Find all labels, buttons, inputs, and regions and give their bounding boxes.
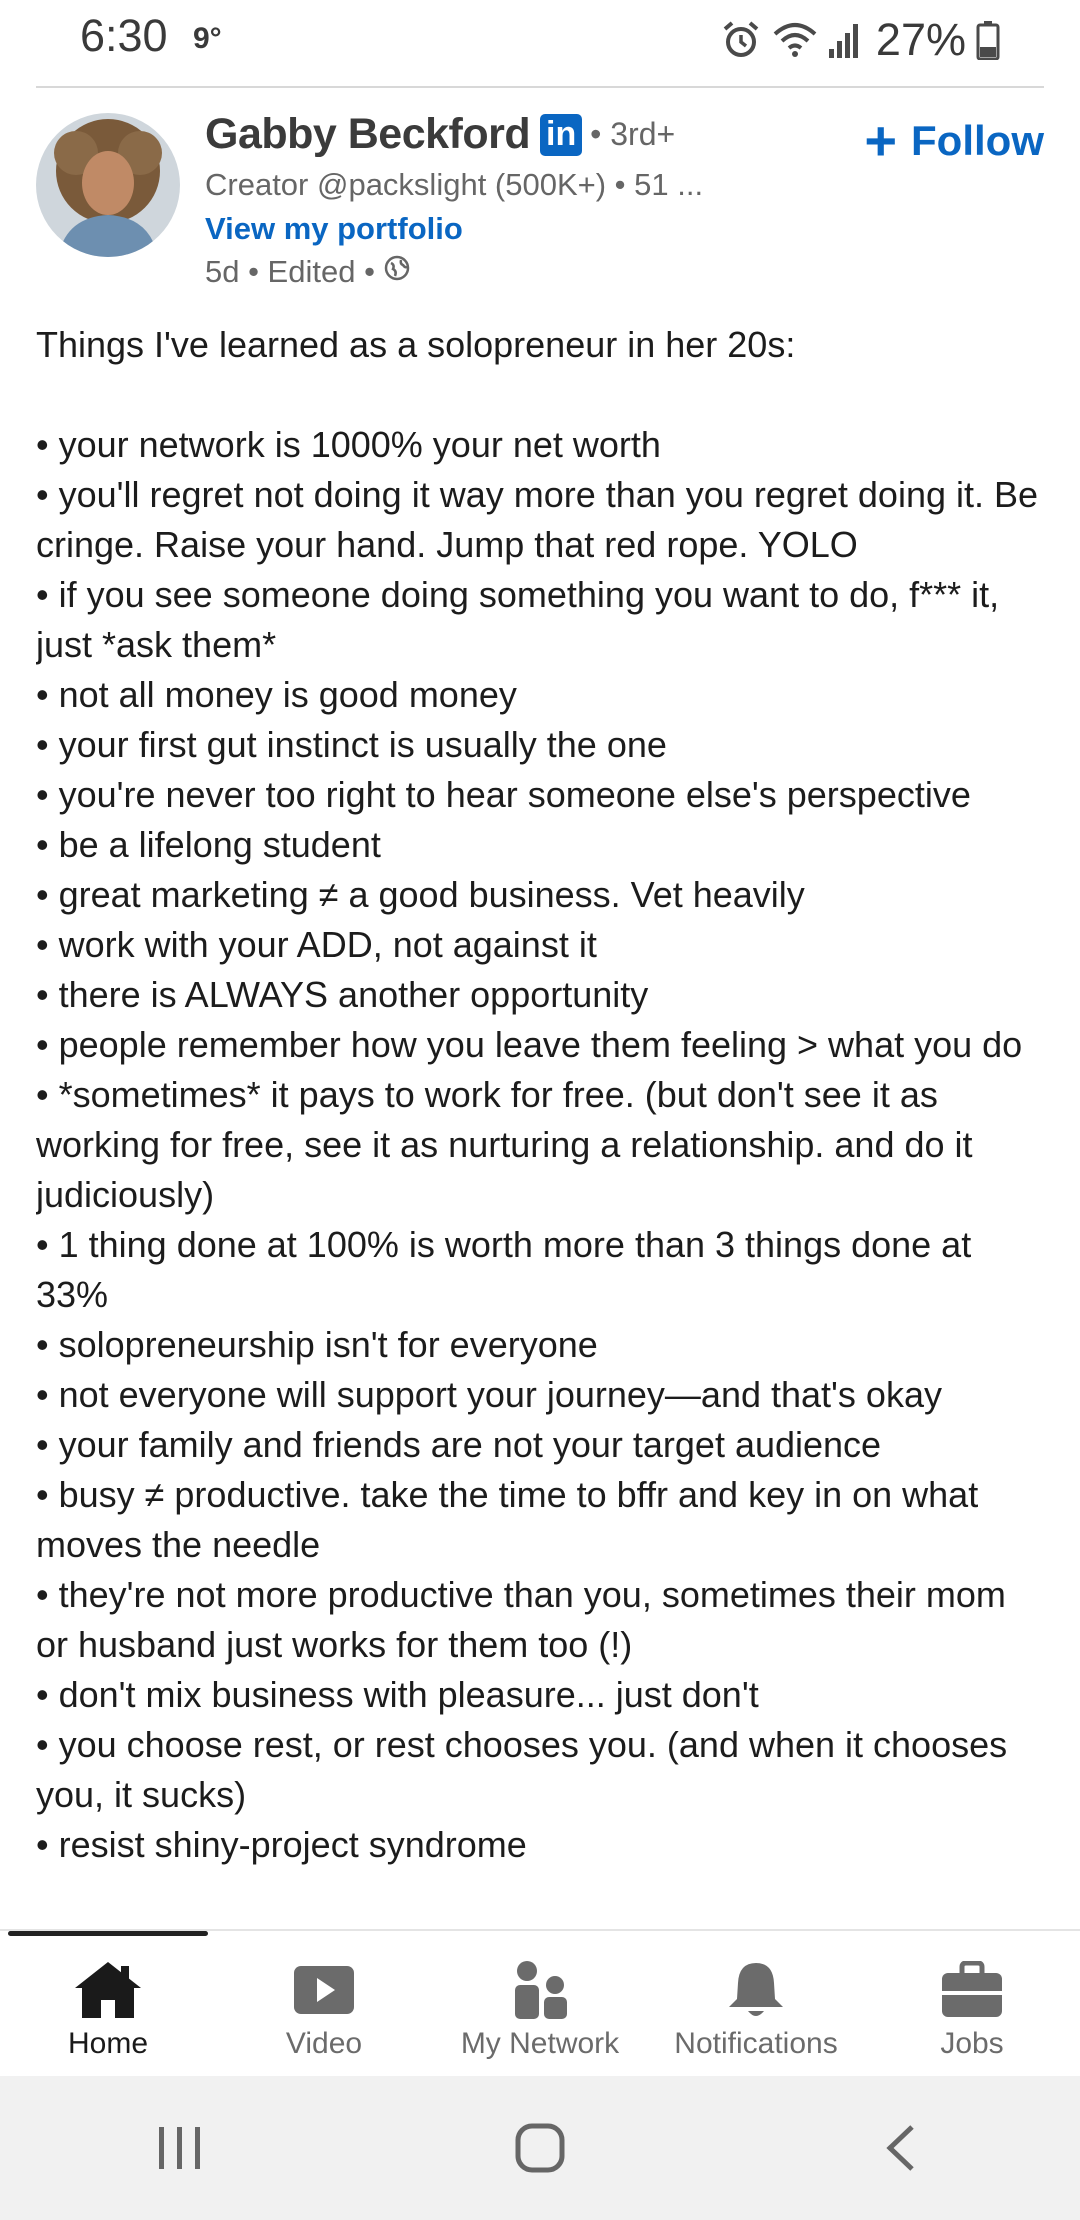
post-line: • be a lifelong student	[36, 824, 381, 865]
post-line: • not all money is good money	[36, 674, 517, 715]
post-line: • you're never too right to hear someone…	[36, 774, 971, 815]
linkedin-badge-icon: in	[540, 113, 583, 156]
recents-icon[interactable]	[120, 2098, 240, 2198]
status-bar: 6:30 9° 27%	[0, 0, 1080, 84]
post-lines: • your network is 1000% your net worth • …	[36, 420, 1046, 1870]
nav-label-notifications: Notifications	[674, 2027, 838, 2060]
post-line: • don't mix business with pleasure... ju…	[36, 1674, 759, 1715]
nav-jobs[interactable]: Jobs	[864, 1931, 1080, 2076]
nav-label-video: Video	[285, 2027, 363, 2060]
briefcase-icon	[940, 1959, 1004, 2021]
status-icons: 27%	[720, 10, 1000, 70]
nav-my-network[interactable]: My Network	[432, 1931, 648, 2076]
post-meta: 5d • Edited •	[205, 254, 411, 290]
post-intro: Things I've learned as a solopreneur in …	[36, 324, 796, 365]
post-line: • they're not more productive than you, …	[36, 1574, 1006, 1665]
nav-notifications[interactable]: Notifications	[648, 1931, 864, 2076]
post-line: • you choose rest, or rest chooses you. …	[36, 1724, 1008, 1815]
post-line: • if you see someone doing something you…	[36, 574, 1000, 665]
follow-label: Follow	[911, 117, 1044, 164]
nav-label-home: Home	[67, 2027, 149, 2060]
connection-degree: • 3rd+	[590, 116, 676, 152]
post-line: • there is ALWAYS another opportunity	[36, 974, 649, 1015]
video-icon	[293, 1959, 355, 2021]
post-line: • 1 thing done at 100% is worth more tha…	[36, 1224, 972, 1315]
alarm-icon	[720, 19, 762, 61]
signal-icon	[828, 21, 862, 59]
post-line: • your first gut instinct is usually the…	[36, 724, 667, 765]
post-line: • you'll regret not doing it way more th…	[36, 474, 1039, 565]
nav-label-jobs: Jobs	[940, 2027, 1004, 2060]
post-line: • work with your ADD, not against it	[36, 924, 597, 965]
author-headline: Creator @packslight (500K+) • 51 ...	[205, 167, 704, 202]
post-line: • *sometimes* it pays to work for free. …	[36, 1074, 973, 1215]
wifi-icon	[772, 20, 818, 60]
post-line: • your family and friends are not your t…	[36, 1424, 882, 1465]
author-row: Gabby Beckford in • 3rd+	[205, 110, 675, 159]
post-meta-text: 5d • Edited •	[205, 254, 375, 289]
globe-icon	[383, 254, 411, 290]
nav-label-my-network: My Network	[460, 2027, 620, 2060]
post-line: • resist shiny-project syndrome	[36, 1824, 527, 1865]
post-line: • people remember how you leave them fee…	[36, 1024, 1023, 1065]
battery-percent: 27%	[875, 14, 966, 65]
status-divider	[36, 86, 1044, 88]
post-body: Things I've learned as a solopreneur in …	[36, 320, 1046, 1920]
post-line: • not everyone will support your journey…	[36, 1374, 942, 1415]
author-name[interactable]: Gabby Beckford	[205, 110, 531, 159]
nav-video[interactable]: Video	[216, 1931, 432, 2076]
plus-icon: +	[864, 109, 898, 172]
network-icon	[509, 1959, 571, 2021]
post-line: • busy ≠ productive. take the time to bf…	[36, 1474, 979, 1565]
battery-icon	[976, 20, 1000, 60]
nav-home[interactable]: Home	[0, 1931, 216, 2076]
bottom-nav: Home Video My Network Notifications Jobs	[0, 1931, 1080, 2076]
post-line: • great marketing ≠ a good business. Vet…	[36, 874, 805, 915]
system-nav-bar	[0, 2076, 1080, 2220]
back-icon[interactable]	[840, 2098, 960, 2198]
post-line: • your network is 1000% your net worth	[36, 424, 661, 465]
status-time: 6:30	[80, 10, 168, 61]
author-avatar[interactable]	[36, 113, 180, 257]
post-line: • solopreneurship isn't for everyone	[36, 1324, 598, 1365]
home-icon	[73, 1959, 143, 2021]
bell-icon	[725, 1959, 787, 2021]
follow-button[interactable]: + Follow	[864, 113, 1044, 169]
status-temperature: 9°	[193, 22, 222, 55]
portfolio-link[interactable]: View my portfolio	[205, 211, 463, 247]
home-circle-icon[interactable]	[480, 2098, 600, 2198]
